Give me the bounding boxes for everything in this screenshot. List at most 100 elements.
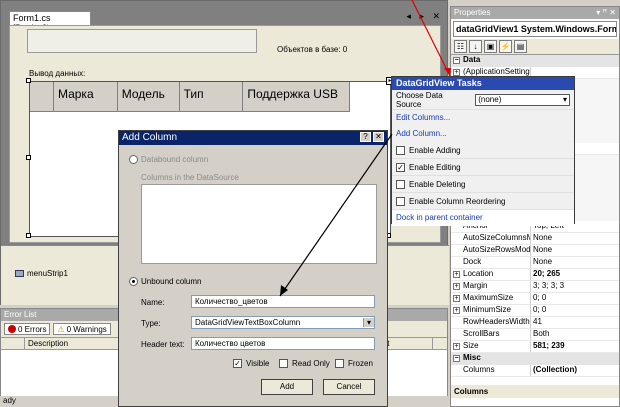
property-pages-icon[interactable]: ▤ [514,40,527,53]
property-name: Location [463,269,494,278]
collapse-icon[interactable]: − [453,355,460,362]
property-name: Columns [451,365,531,376]
property-row-maximumsize[interactable]: + MaximumSize 0; 0 [451,293,619,305]
dialog-title-bar: Add Column ? ✕ [119,131,387,145]
property-name: MinimumSize [463,305,512,314]
property-row-columns[interactable]: Columns (Collection) [451,365,619,377]
grid-column-header[interactable]: Поддержка USB [243,82,349,111]
name-field[interactable]: Количество_цветов [191,295,375,308]
edit-columns-link[interactable]: Edit Columns... [392,110,574,126]
property-name: Size [463,341,479,350]
grid-column-header[interactable]: Марка [54,82,118,111]
datasource-columns-list[interactable] [141,184,377,264]
checkbox-icon [335,359,344,368]
expand-icon[interactable]: + [453,69,460,76]
properties-spacer [451,377,619,385]
tab-scroll-buttons[interactable]: ◂ ▸ ✕ [406,11,443,22]
property-row-dock[interactable]: Dock None [451,257,619,269]
expand-icon[interactable]: + [453,295,460,302]
radio-label: Unbound column [141,277,202,286]
add-column-link[interactable]: Add Column... [392,126,574,142]
readonly-checkbox[interactable]: Read Only [279,359,330,368]
groupbox-control[interactable] [27,29,257,53]
header-text-label: Header text: [141,340,185,349]
property-row-autosizecolumns[interactable]: AutoSizeColumnsM None [451,233,619,245]
resize-handle[interactable] [26,78,31,83]
checkbox-checked-icon: ✓ [233,359,242,368]
errors-count-label: 0 Errors [18,324,47,334]
grid-header-row: Марка Модель Тип Поддержка USB [30,82,350,112]
menustrip-component[interactable]: menuStrip1 [15,269,68,278]
checkbox[interactable] [396,179,405,189]
output-label: Вывод данных: [29,69,86,78]
errors-filter-button[interactable]: 0 Errors [4,323,51,335]
warnings-filter-button[interactable]: ⚠ 0 Warnings [53,323,111,335]
checkbox-label: Visible [246,359,270,368]
checkbox[interactable] [396,196,405,206]
menustrip-label: menuStrip1 [27,269,68,278]
option-enable-reordering[interactable]: Enable Column Reordering [392,193,574,210]
property-row-autosizerows[interactable]: AutoSizeRowsMode None [451,245,619,257]
resize-handle[interactable] [26,155,31,160]
grid-column-header[interactable]: Модель [118,82,180,111]
chevron-down-icon: ▾ [562,94,567,104]
add-button[interactable]: Add [261,379,313,395]
property-value: None [533,233,553,242]
expand-icon[interactable]: + [453,271,460,278]
property-row-size[interactable]: + Size 581; 239 [451,341,619,353]
unbound-radio[interactable]: Unbound column [129,277,202,287]
checkbox[interactable] [396,145,405,155]
datagridview-tasks-panel: DataGridView Tasks Choose Data Source (n… [391,76,575,226]
property-row-minimumsize[interactable]: + MinimumSize 0; 0 [451,305,619,317]
option-enable-deleting[interactable]: Enable Deleting [392,176,574,193]
object-selector[interactable]: dataGridView1 System.Windows.Forms.D [453,21,617,37]
tab-form1-design[interactable]: Form1.cs [Design]* [9,11,91,33]
name-label: Name: [141,298,165,307]
databound-radio[interactable]: Databound column [129,155,208,165]
choose-data-source-label: Choose Data Source [396,90,443,109]
pane-buttons[interactable]: ▾ ꟸ ✕ [596,8,616,18]
category-data[interactable]: − Data [451,55,619,67]
expand-icon[interactable]: + [453,283,460,290]
type-dropdown[interactable]: DataGridViewTextBoxColumn ▾ [191,316,375,329]
help-button[interactable]: ? [360,132,371,142]
close-button[interactable]: ✕ [373,132,384,142]
option-enable-editing[interactable]: ✓ Enable Editing [392,159,574,176]
categorized-icon[interactable]: ☷ [454,40,467,53]
properties-title-bar: Properties ▾ ꟸ ✕ [451,7,619,19]
grid-column-header[interactable]: Тип [180,82,244,111]
property-row-location[interactable]: + Location 20; 265 [451,269,619,281]
option-enable-adding[interactable]: Enable Adding [392,142,574,159]
radio-icon [129,155,138,165]
property-row-scrollbars[interactable]: ScrollBars Both [451,329,619,341]
property-value: 0; 0 [533,305,547,314]
property-name: AutoSizeRowsMode [451,245,531,256]
col-index[interactable] [1,338,25,349]
checkbox[interactable]: ✓ [396,162,405,172]
data-source-dropdown[interactable]: (none) ▾ [475,93,570,106]
property-value: 581; 239 [533,341,565,350]
option-label: Enable Adding [409,145,461,155]
category-misc[interactable]: − Misc [451,353,619,365]
warning-icon: ⚠ [57,324,65,334]
expand-icon[interactable]: + [453,307,460,314]
property-row-rowheaderswidth[interactable]: RowHeadersWidth 41 [451,317,619,329]
alphabetical-icon[interactable]: ↓ [469,40,482,53]
visible-checkbox[interactable]: ✓ Visible [233,359,269,368]
frozen-checkbox[interactable]: Frozen [335,359,373,368]
cancel-button[interactable]: Cancel [323,379,375,395]
collapse-icon[interactable]: − [453,57,460,64]
property-value: None [533,245,553,254]
events-icon[interactable]: ⚡ [499,40,512,53]
property-list: AnchorTop, Left AutoSizeColumnsMNone Aut… [451,221,619,353]
option-label: Enable Deleting [409,179,466,189]
resize-handle[interactable] [26,233,31,238]
properties-icon[interactable]: ▣ [484,40,497,53]
choose-data-source-row: Choose Data Source (none) ▾ [392,90,574,110]
tasks-title: DataGridView Tasks [392,77,574,90]
property-row-margin[interactable]: + Margin 3; 3; 3; 3 [451,281,619,293]
dock-in-parent-link[interactable]: Dock in parent container [392,210,574,226]
expand-icon[interactable]: + [453,343,460,350]
checkbox-label: Frozen [348,359,373,368]
header-text-field[interactable]: Количество цветов [191,337,375,350]
